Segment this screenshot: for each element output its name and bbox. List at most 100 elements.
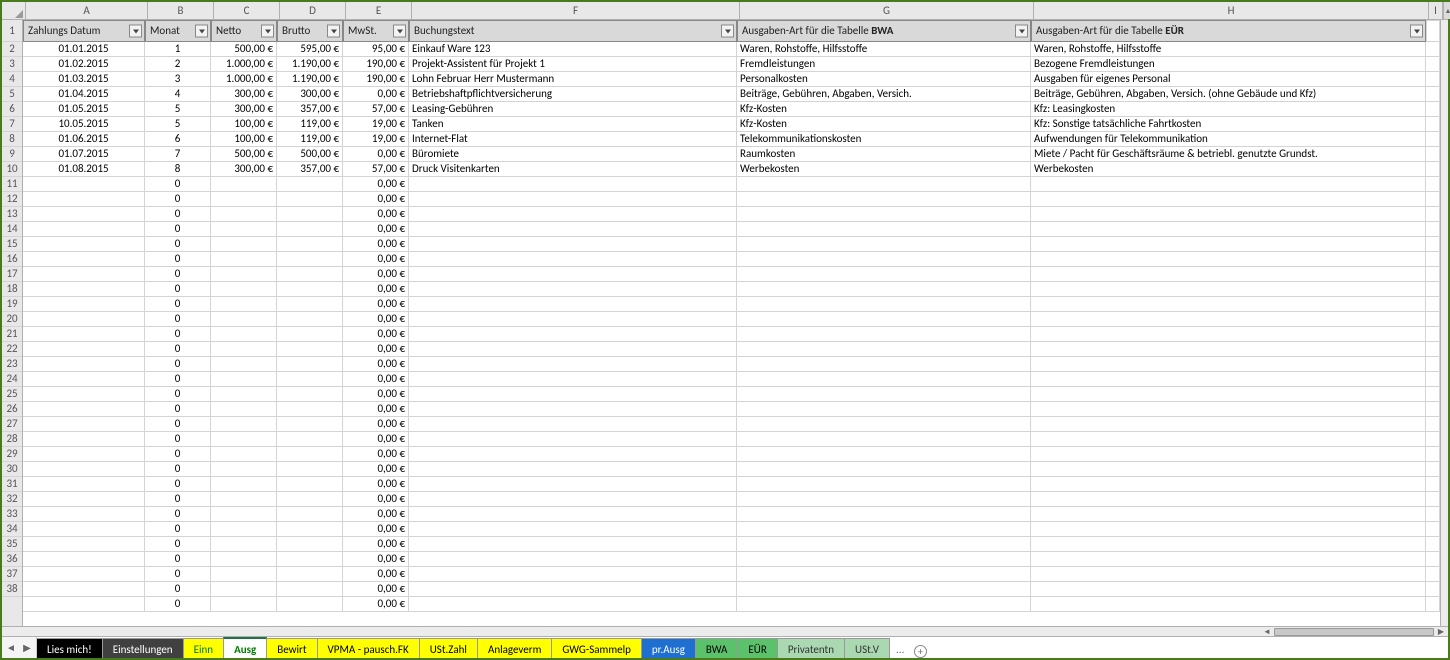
cell-datum[interactable] bbox=[23, 372, 145, 387]
cell-empty-I[interactable] bbox=[1426, 102, 1440, 117]
row-number[interactable]: 27 bbox=[2, 417, 22, 432]
filter-dropdown-icon[interactable] bbox=[261, 25, 274, 38]
cell-buchungstext[interactable] bbox=[409, 462, 737, 477]
cell-netto[interactable] bbox=[211, 447, 277, 462]
cell-mwst[interactable]: 0,00 € bbox=[343, 597, 409, 612]
sheet-nav-next[interactable]: ▶ bbox=[22, 641, 32, 654]
cell-monat[interactable]: 0 bbox=[145, 282, 211, 297]
cell-eur[interactable] bbox=[1031, 312, 1426, 327]
cell-bwa[interactable]: Werbekosten bbox=[737, 162, 1031, 177]
row-number[interactable]: 24 bbox=[2, 372, 22, 387]
cell-netto[interactable] bbox=[211, 552, 277, 567]
col-letter-H[interactable]: H bbox=[1034, 2, 1429, 19]
cell-eur[interactable] bbox=[1031, 492, 1426, 507]
cell-netto[interactable] bbox=[211, 372, 277, 387]
cell-bwa[interactable] bbox=[737, 522, 1031, 537]
cell-netto[interactable]: 100,00 € bbox=[211, 117, 277, 132]
cell-datum[interactable] bbox=[23, 597, 145, 612]
row-number[interactable]: 13 bbox=[2, 207, 22, 222]
hscroll-right-arrow[interactable]: ▶ bbox=[1434, 627, 1448, 637]
row-number[interactable]: 16 bbox=[2, 252, 22, 267]
cell-brutto[interactable] bbox=[277, 357, 343, 372]
cell-brutto[interactable] bbox=[277, 447, 343, 462]
cell-datum[interactable]: 10.05.2015 bbox=[23, 117, 145, 132]
cell-eur[interactable] bbox=[1031, 357, 1426, 372]
cell-buchungstext[interactable] bbox=[409, 537, 737, 552]
filter-dropdown-icon[interactable] bbox=[327, 25, 340, 38]
col-letter-C[interactable]: C bbox=[214, 2, 280, 19]
cell-brutto[interactable] bbox=[277, 327, 343, 342]
add-sheet-button[interactable]: + bbox=[910, 645, 930, 658]
cell-monat[interactable]: 0 bbox=[145, 252, 211, 267]
header-ausgaben-art-bwa[interactable]: Ausgaben-Art für die Tabelle BWA bbox=[737, 20, 1031, 42]
cell-mwst[interactable]: 0,00 € bbox=[343, 87, 409, 102]
cell-buchungstext[interactable] bbox=[409, 192, 737, 207]
cell-netto[interactable]: 300,00 € bbox=[211, 102, 277, 117]
cell-eur[interactable] bbox=[1031, 192, 1426, 207]
cell-empty-I[interactable] bbox=[1426, 297, 1440, 312]
cell-eur[interactable]: Bezogene Fremdleistungen bbox=[1031, 57, 1426, 72]
cell-buchungstext[interactable] bbox=[409, 297, 737, 312]
row-number[interactable]: 26 bbox=[2, 402, 22, 417]
col-letter-I[interactable]: I bbox=[1429, 2, 1443, 19]
filter-dropdown-icon[interactable] bbox=[195, 25, 208, 38]
cell-netto[interactable] bbox=[211, 462, 277, 477]
cell-empty-I[interactable] bbox=[1426, 207, 1440, 222]
row-number[interactable]: 3 bbox=[2, 57, 22, 72]
cell-eur[interactable] bbox=[1031, 222, 1426, 237]
cell-bwa[interactable] bbox=[737, 402, 1031, 417]
cell-buchungstext[interactable] bbox=[409, 312, 737, 327]
row-number[interactable]: 22 bbox=[2, 342, 22, 357]
cell-monat[interactable]: 0 bbox=[145, 177, 211, 192]
cell-monat[interactable]: 0 bbox=[145, 192, 211, 207]
cell-brutto[interactable] bbox=[277, 267, 343, 282]
col-letter-G[interactable]: G bbox=[740, 2, 1034, 19]
cell-bwa[interactable] bbox=[737, 312, 1031, 327]
cell-mwst[interactable]: 0,00 € bbox=[343, 537, 409, 552]
row-number[interactable]: 14 bbox=[2, 222, 22, 237]
row-number[interactable]: 18 bbox=[2, 282, 22, 297]
cell-brutto[interactable] bbox=[277, 177, 343, 192]
cell-datum[interactable] bbox=[23, 432, 145, 447]
cell-brutto[interactable] bbox=[277, 462, 343, 477]
cell-monat[interactable]: 0 bbox=[145, 327, 211, 342]
row-number[interactable]: 35 bbox=[2, 537, 22, 552]
col-letter-A[interactable]: A bbox=[26, 2, 148, 19]
row-number[interactable]: 34 bbox=[2, 522, 22, 537]
cell-datum[interactable] bbox=[23, 312, 145, 327]
cell-brutto[interactable] bbox=[277, 567, 343, 582]
cell-netto[interactable] bbox=[211, 432, 277, 447]
cell-buchungstext[interactable] bbox=[409, 327, 737, 342]
cell-buchungstext[interactable]: Lohn Februar Herr Mustermann bbox=[409, 72, 737, 87]
cell-buchungstext[interactable] bbox=[409, 372, 737, 387]
cell-brutto[interactable] bbox=[277, 477, 343, 492]
cell-netto[interactable] bbox=[211, 207, 277, 222]
cell-brutto[interactable] bbox=[277, 492, 343, 507]
cell-netto[interactable] bbox=[211, 537, 277, 552]
cell-eur[interactable] bbox=[1031, 522, 1426, 537]
cell-empty-I[interactable] bbox=[1426, 492, 1440, 507]
row-number[interactable]: 36 bbox=[2, 552, 22, 567]
cell-netto[interactable] bbox=[211, 507, 277, 522]
row-number[interactable]: 25 bbox=[2, 387, 22, 402]
sheet-tab[interactable]: Lies mich! bbox=[37, 638, 103, 658]
cell-datum[interactable] bbox=[23, 177, 145, 192]
cell-eur[interactable] bbox=[1031, 282, 1426, 297]
scroll-up-arrow[interactable]: ▲ bbox=[1443, 2, 1450, 19]
cell-empty-I[interactable] bbox=[1426, 552, 1440, 567]
cell-empty-I[interactable] bbox=[1426, 57, 1440, 72]
cell-datum[interactable] bbox=[23, 492, 145, 507]
cell-datum[interactable] bbox=[23, 252, 145, 267]
cell-bwa[interactable] bbox=[737, 492, 1031, 507]
cell-empty-I[interactable] bbox=[1426, 87, 1440, 102]
cell-eur[interactable]: Werbekosten bbox=[1031, 162, 1426, 177]
cell-buchungstext[interactable] bbox=[409, 432, 737, 447]
cell-eur[interactable] bbox=[1031, 537, 1426, 552]
sheet-tab[interactable]: USt.V bbox=[844, 638, 890, 658]
cell-monat[interactable]: 0 bbox=[145, 222, 211, 237]
cell-buchungstext[interactable]: Einkauf Ware 123 bbox=[409, 42, 737, 57]
cell-netto[interactable] bbox=[211, 567, 277, 582]
cell-datum[interactable] bbox=[23, 417, 145, 432]
cell-netto[interactable] bbox=[211, 282, 277, 297]
header-netto[interactable]: Netto bbox=[211, 20, 277, 42]
